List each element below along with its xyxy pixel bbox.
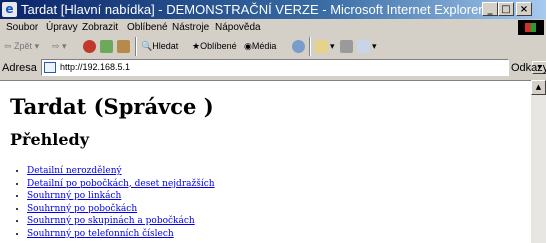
address-label: Adresa [2, 62, 37, 74]
list-item: Souhrnný po telefonních číslech [27, 228, 215, 241]
mail-icon[interactable] [315, 40, 328, 53]
list-item: Souhrnný po linkách [27, 190, 215, 203]
report-list: Detailní nerozdělený Detailní po pobočká… [0, 165, 215, 240]
windows-logo-icon [518, 20, 544, 35]
links-label[interactable]: Odkazy [511, 62, 546, 74]
print-icon[interactable] [340, 40, 353, 53]
back-button[interactable]: ⇦ Zpět ▾ [4, 41, 39, 52]
home-icon[interactable] [117, 40, 130, 53]
edit-dropdown-icon[interactable]: ▾ [372, 41, 377, 52]
report-link[interactable]: Detailní po pobočkách, deset nejdražších [27, 179, 215, 189]
section-heading: Přehledy [10, 130, 90, 149]
favorites-button[interactable]: ★Oblíbené [192, 41, 237, 52]
menu-upravy[interactable]: Úpravy [46, 22, 78, 33]
page-content: Tardat (Správce ) Přehledy Detailní nero… [0, 80, 531, 243]
back-label: Zpět [14, 41, 33, 51]
menu-oblibene[interactable]: Oblíbené [127, 22, 168, 33]
internet-explorer-icon[interactable]: e [2, 2, 17, 17]
edit-icon[interactable] [357, 40, 370, 53]
report-link[interactable]: Souhrnný po skupinách a pobočkách [27, 216, 195, 226]
list-item: Souhrnný po skupinách a pobočkách [27, 215, 215, 228]
maximize-button[interactable]: □ [498, 2, 514, 16]
search-label: Hledat [152, 41, 179, 51]
toolbar-separator [309, 37, 311, 56]
address-bar: Adresa http://192.168.5.1 ▼ Odkazy [0, 57, 546, 79]
search-icon: 🔍 [141, 41, 153, 51]
address-url[interactable]: http://192.168.5.1 [60, 62, 130, 72]
menu-napoveda[interactable]: Nápověda [215, 22, 261, 33]
report-link[interactable]: Souhrnný po linkách [27, 191, 121, 201]
menu-nastroje[interactable]: Nástroje [172, 22, 209, 33]
address-field[interactable]: http://192.168.5.1 ▼ [41, 59, 546, 76]
refresh-icon[interactable] [100, 40, 113, 53]
report-link[interactable]: Souhrnný po pobočkách [27, 204, 137, 214]
mail-dropdown-icon[interactable]: ▾ [330, 41, 335, 52]
list-item: Souhrnný po pobočkách [27, 203, 215, 216]
media-icon: ◉ [244, 41, 252, 51]
menu-zobrazit[interactable]: Zobrazit [82, 22, 118, 33]
page-title: Tardat (Správce ) [10, 94, 214, 119]
forward-button[interactable]: ⇨ ▾ [52, 41, 67, 52]
favorites-icon: ★ [192, 41, 201, 51]
list-item: Detailní nerozdělený [27, 165, 215, 178]
stop-icon[interactable] [83, 40, 96, 53]
report-link[interactable]: Souhrnný po telefonních číslech [27, 229, 174, 239]
search-button[interactable]: 🔍Hledat [141, 41, 178, 52]
menu-bar: Soubor Úpravy Zobrazit Oblíbené Nástroje… [0, 19, 546, 36]
minimize-button[interactable]: _ [482, 2, 498, 16]
list-item: Detailní po pobočkách, deset nejdražších [27, 178, 215, 191]
page-icon [44, 62, 56, 73]
media-button[interactable]: ◉Média [244, 41, 276, 52]
title-bar: e Tardat [Hlavní nabídka] - DEMONSTRAČNÍ… [0, 0, 546, 19]
window-title: Tardat [Hlavní nabídka] - DEMONSTRAČNÍ V… [21, 2, 483, 17]
report-link[interactable]: Detailní nerozdělený [27, 166, 122, 176]
close-button[interactable]: × [516, 2, 532, 16]
history-icon[interactable] [292, 40, 305, 53]
scroll-up-icon[interactable]: ▲ [531, 80, 546, 95]
media-label: Média [251, 41, 277, 51]
menu-soubor[interactable]: Soubor [6, 22, 38, 33]
toolbar-separator [135, 37, 137, 56]
toolbar: ⇦ Zpět ▾ ⇨ ▾ 🔍Hledat ★Oblíbené ◉Média ▾ … [0, 37, 546, 56]
vertical-scrollbar[interactable]: ▲ [531, 80, 546, 243]
favorites-label: Oblíbené [200, 41, 237, 51]
